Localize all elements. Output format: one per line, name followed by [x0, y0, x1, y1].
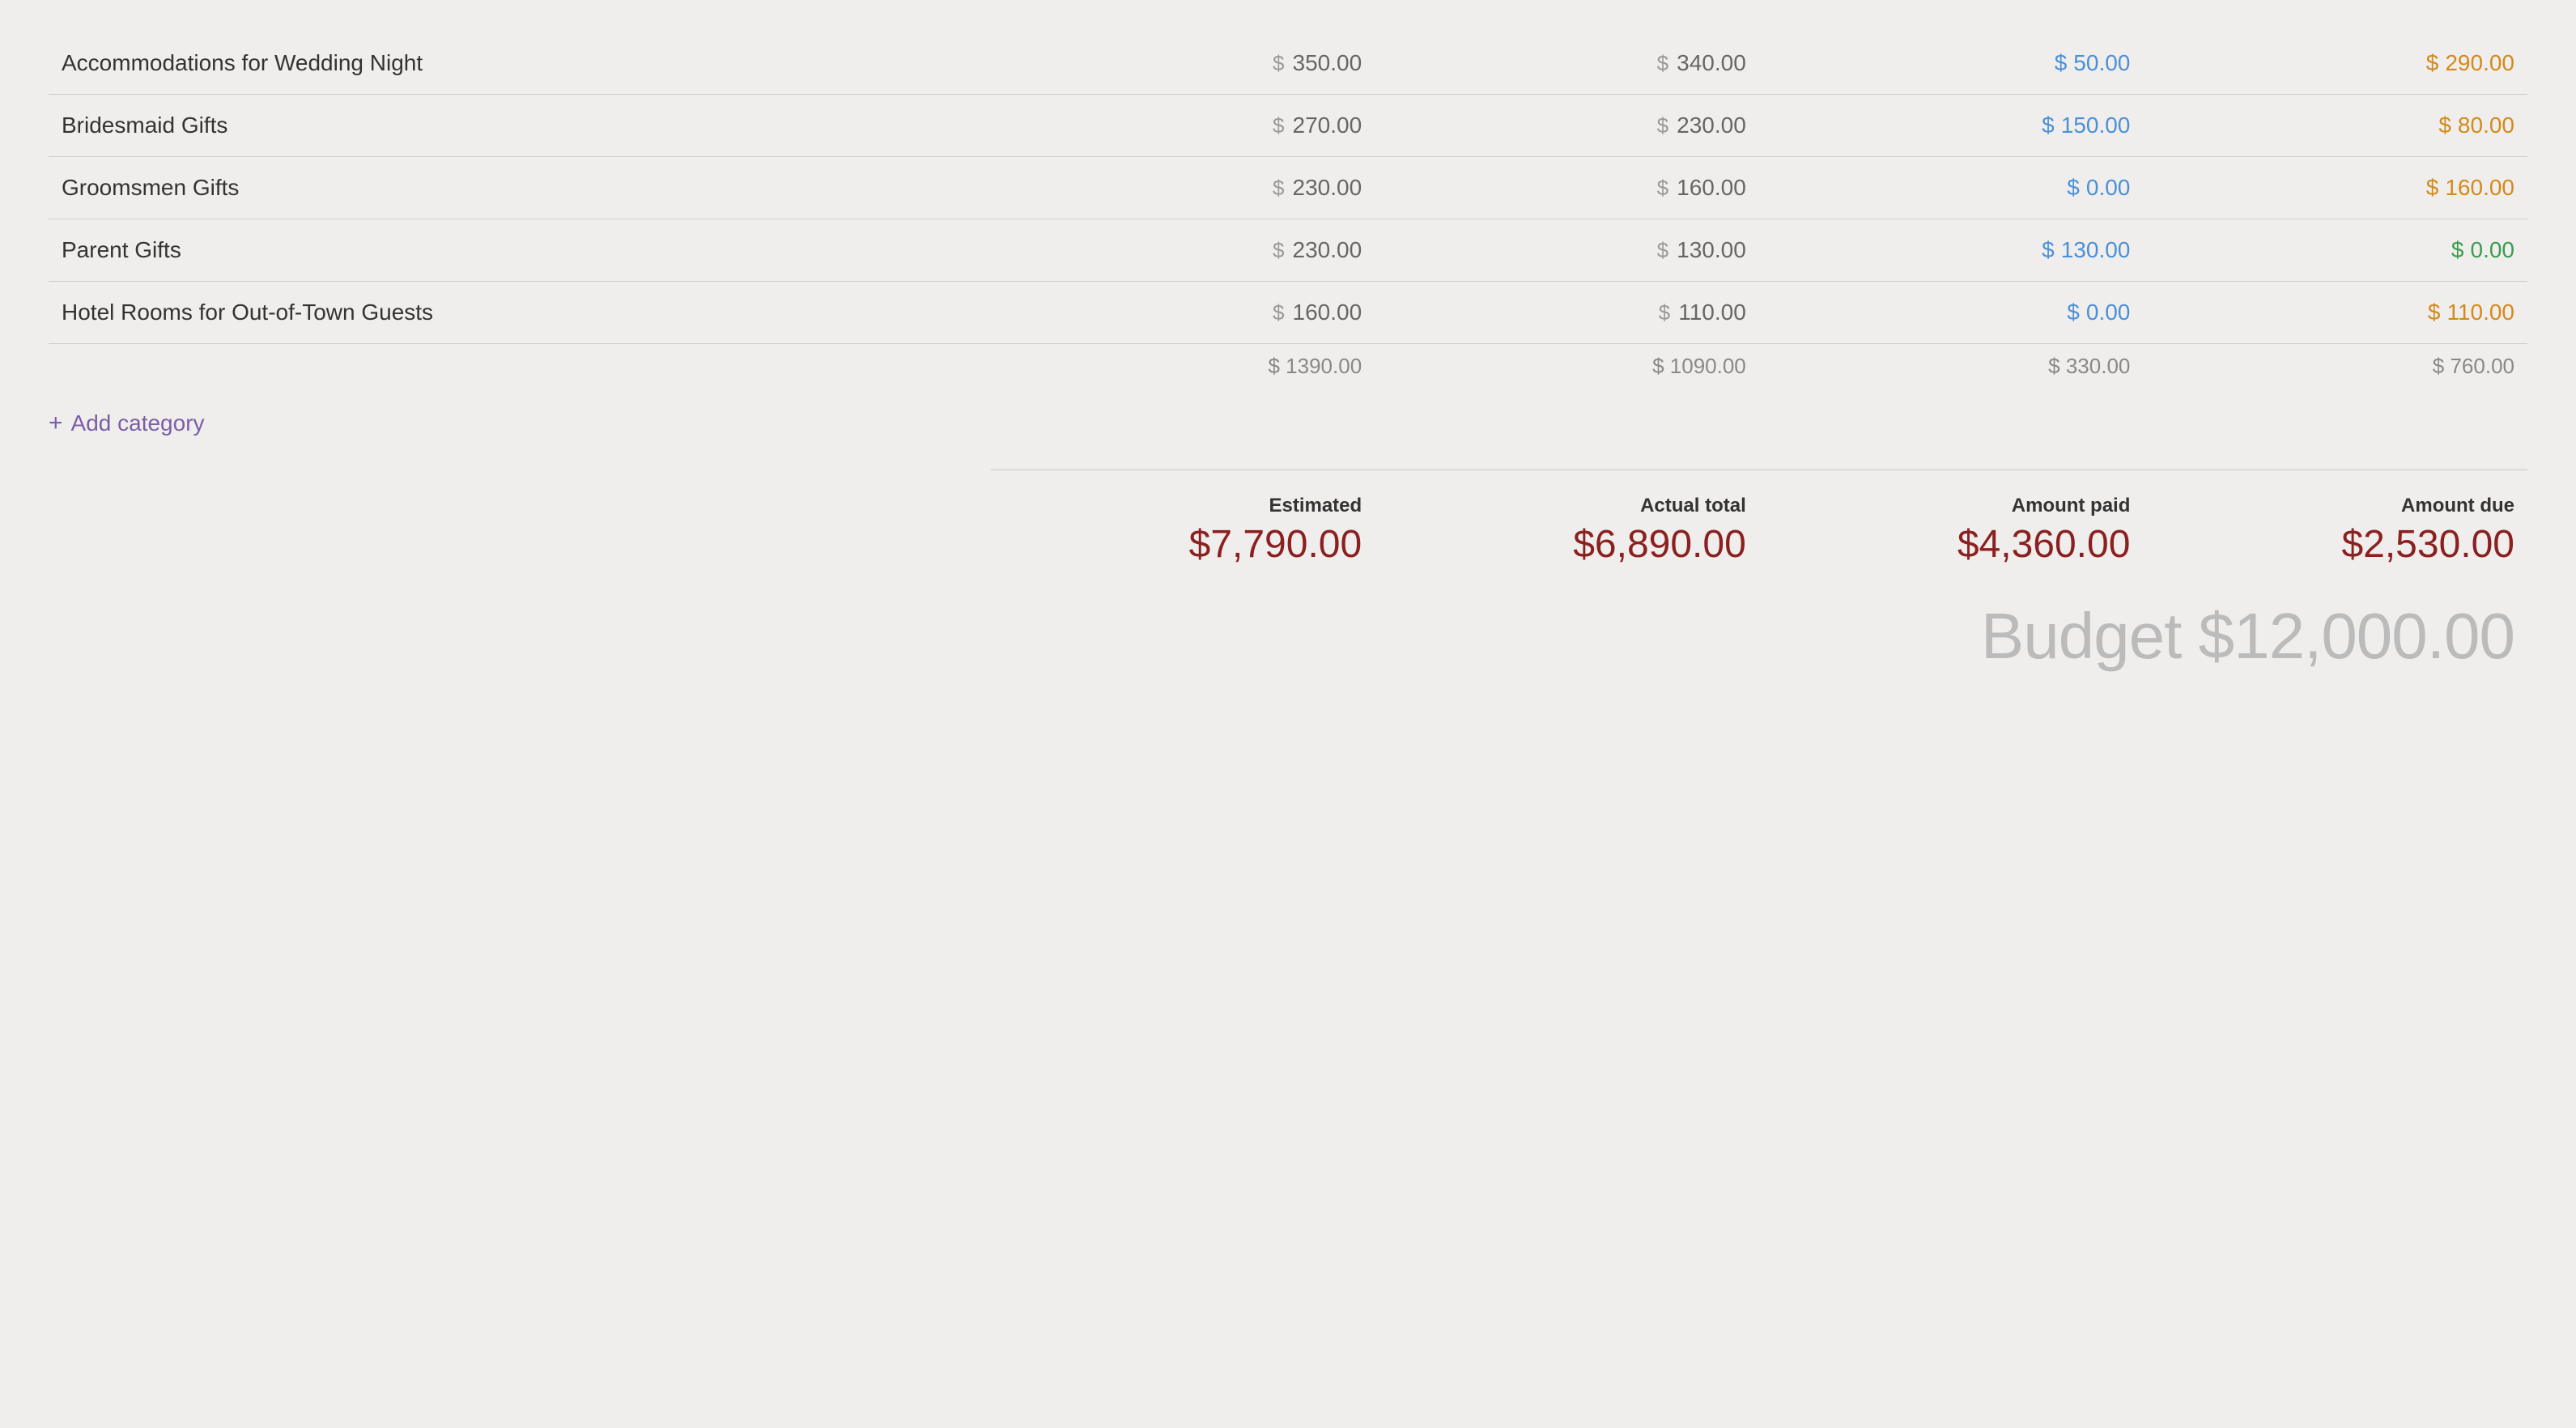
add-category-button[interactable]: + Add category [49, 410, 205, 437]
due-value: $2,530.00 [2156, 522, 2514, 567]
paid-value: $4,360.00 [1772, 522, 2131, 567]
actual-label: Actual total [1388, 495, 1746, 517]
table-row: Accommodations for Wedding Night $ 350.0… [49, 32, 2527, 95]
row-actual: $ 230.00 [1375, 95, 1759, 157]
table-row: Hotel Rooms for Out-of-Town Guests $ 160… [49, 282, 2527, 344]
due-label: Amount due [2156, 495, 2514, 517]
estimated-value: $7,790.00 [1004, 522, 1362, 567]
summary-actual: Actual total $6,890.00 [1375, 487, 1759, 575]
actual-amount: 340.00 [1677, 50, 1746, 76]
currency-icon: $ [1273, 300, 1284, 325]
currency-icon: $ [1657, 51, 1668, 76]
currency-icon: $ [1659, 300, 1670, 325]
currency-icon: $ [1273, 113, 1284, 138]
row-paid: $ 0.00 [1759, 157, 2144, 219]
totals-estimated: $ 1390.00 [991, 344, 1375, 402]
currency-icon: $ [2438, 113, 2451, 138]
budget-table: Accommodations for Wedding Night $ 350.0… [49, 32, 2527, 402]
row-actual: $ 160.00 [1375, 157, 1759, 219]
currency-icon: $ [1657, 113, 1668, 138]
currency-icon: $ [2067, 175, 2080, 201]
due-amount: 160.00 [2445, 175, 2514, 201]
row-name: Parent Gifts [49, 219, 991, 282]
paid-amount: 130.00 [2061, 237, 2131, 263]
totals-due: $ 760.00 [2143, 344, 2527, 402]
paid-amount: 50.00 [2073, 50, 2130, 76]
totals-empty [49, 344, 991, 402]
row-name: Groomsmen Gifts [49, 157, 991, 219]
estimated-amount: 230.00 [1293, 237, 1362, 263]
summary-section: Estimated $7,790.00 Actual total $6,890.… [49, 487, 2527, 575]
currency-icon: $ [2055, 50, 2068, 76]
row-name: Hotel Rooms for Out-of-Town Guests [49, 282, 991, 344]
totals-paid: $ 330.00 [1759, 344, 2144, 402]
currency-icon: $ [1273, 238, 1284, 263]
currency-icon: $ [1657, 238, 1668, 263]
table-row: Bridesmaid Gifts $ 270.00 $ 230.00 $ 150… [49, 95, 2527, 157]
row-due: $ 80.00 [2143, 95, 2527, 157]
currency-icon: $ [2426, 50, 2439, 76]
row-actual: $ 130.00 [1375, 219, 1759, 282]
due-amount: 290.00 [2445, 50, 2514, 76]
paid-label: Amount paid [1772, 495, 2131, 517]
estimated-amount: 270.00 [1293, 113, 1362, 138]
row-due: $ 0.00 [2143, 219, 2527, 282]
due-amount: 110.00 [2446, 300, 2514, 325]
currency-icon: $ [2042, 113, 2055, 138]
row-name: Accommodations for Wedding Night [49, 32, 991, 95]
currency-icon: $ [1273, 51, 1284, 76]
row-estimated: $ 270.00 [991, 95, 1375, 157]
row-due: $ 160.00 [2143, 157, 2527, 219]
actual-amount: 110.00 [1678, 300, 1746, 325]
add-category-label: Add category [71, 410, 205, 436]
budget-total-section: Budget $12,000.00 [49, 599, 2527, 674]
currency-icon: $ [2428, 300, 2441, 325]
due-amount: 0.00 [2471, 237, 2515, 263]
row-estimated: $ 230.00 [991, 219, 1375, 282]
paid-amount: 0.00 [2086, 300, 2131, 325]
totals-row: $ 1390.00 $ 1090.00 $ 330.00 $ 760.00 [49, 344, 2527, 402]
actual-amount: 230.00 [1677, 113, 1746, 138]
table-row: Parent Gifts $ 230.00 $ 130.00 $ 130.00 [49, 219, 2527, 282]
row-actual: $ 110.00 [1375, 282, 1759, 344]
paid-amount: 0.00 [2086, 175, 2131, 201]
plus-icon: + [49, 410, 63, 437]
summary-estimated: Estimated $7,790.00 [991, 487, 1375, 575]
currency-icon: $ [2042, 237, 2055, 263]
row-paid: $ 0.00 [1759, 282, 2144, 344]
estimated-label: Estimated [1004, 495, 1362, 517]
row-due: $ 110.00 [2143, 282, 2527, 344]
currency-icon: $ [1273, 176, 1284, 201]
currency-icon: $ [1657, 176, 1668, 201]
budget-total: Budget $12,000.00 [1981, 600, 2514, 672]
row-paid: $ 150.00 [1759, 95, 2144, 157]
totals-actual: $ 1090.00 [1375, 344, 1759, 402]
row-paid: $ 50.00 [1759, 32, 2144, 95]
currency-icon: $ [2426, 175, 2439, 201]
row-name: Bridesmaid Gifts [49, 95, 991, 157]
summary-due: Amount due $2,530.00 [2143, 487, 2527, 575]
actual-amount: 130.00 [1677, 237, 1746, 263]
row-actual: $ 340.00 [1375, 32, 1759, 95]
paid-amount: 150.00 [2061, 113, 2131, 138]
row-due: $ 290.00 [2143, 32, 2527, 95]
currency-icon: $ [2451, 237, 2464, 263]
actual-value: $6,890.00 [1388, 522, 1746, 567]
row-estimated: $ 160.00 [991, 282, 1375, 344]
summary-paid: Amount paid $4,360.00 [1759, 487, 2144, 575]
estimated-amount: 160.00 [1293, 300, 1362, 325]
actual-amount: 160.00 [1677, 175, 1746, 201]
estimated-amount: 350.00 [1293, 50, 1362, 76]
row-estimated: $ 230.00 [991, 157, 1375, 219]
table-row: Groomsmen Gifts $ 230.00 $ 160.00 $ 0.00 [49, 157, 2527, 219]
row-estimated: $ 350.00 [991, 32, 1375, 95]
estimated-amount: 230.00 [1293, 175, 1362, 201]
row-paid: $ 130.00 [1759, 219, 2144, 282]
due-amount: 80.00 [2458, 113, 2514, 138]
currency-icon: $ [2067, 300, 2080, 325]
